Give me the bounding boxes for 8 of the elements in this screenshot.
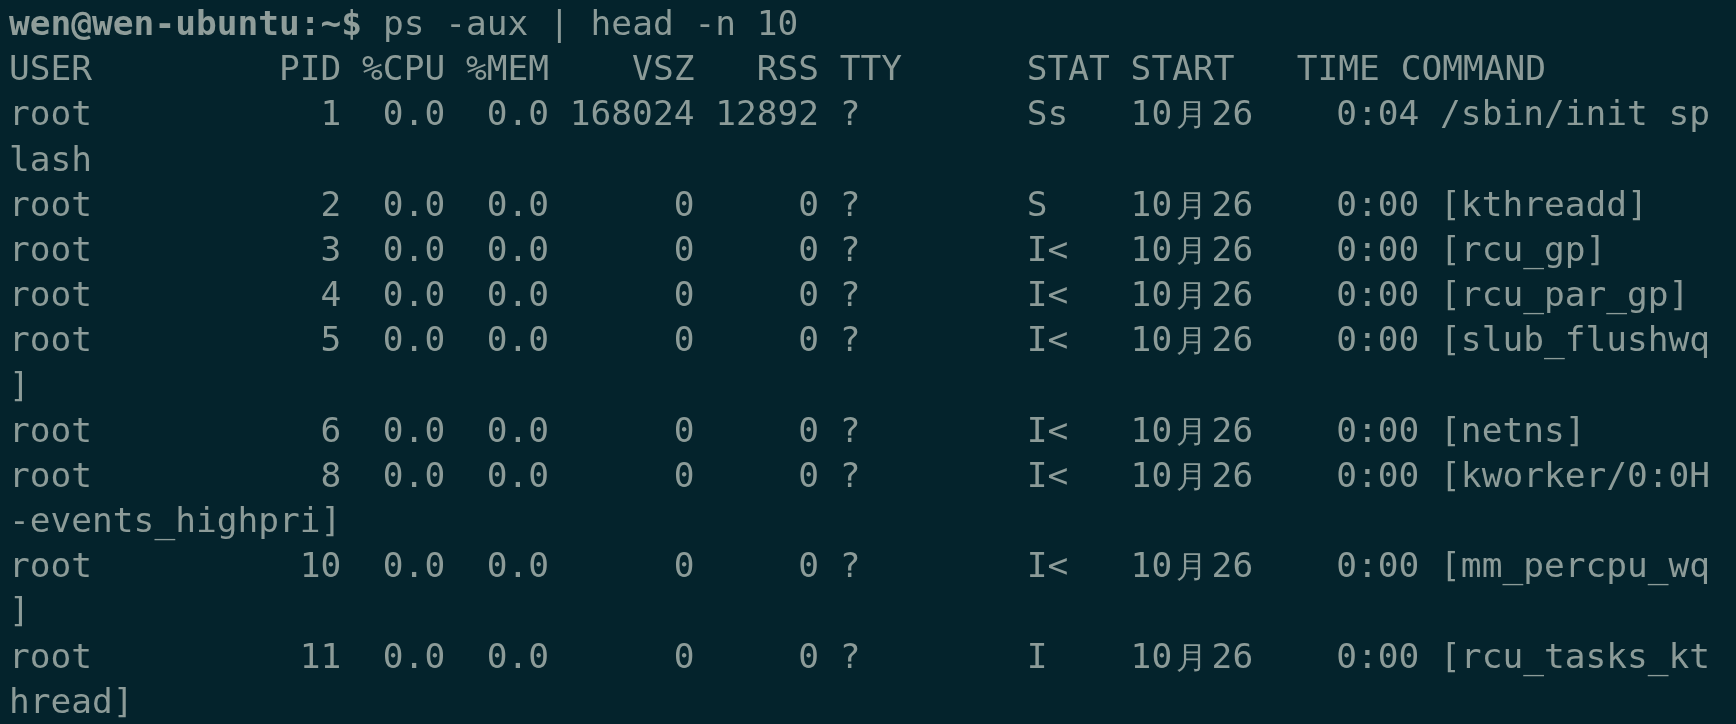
shell-prompt: wen@wen-ubuntu:~$ [9, 2, 363, 45]
terminal-output-line: -events_highpri] [9, 499, 342, 543]
terminal-output-line: lash [9, 137, 93, 181]
terminal-output-line: USER PID %CPU %MEM VSZ RSS TTY STAT START TIME COMMAND [9, 47, 1547, 91]
terminal-output-line: ] [9, 363, 30, 407]
terminal-output-line: hread] [9, 679, 134, 723]
terminal-output-line: ] [9, 589, 30, 633]
command-text: ps -aux | head -n 10 [381, 2, 799, 45]
